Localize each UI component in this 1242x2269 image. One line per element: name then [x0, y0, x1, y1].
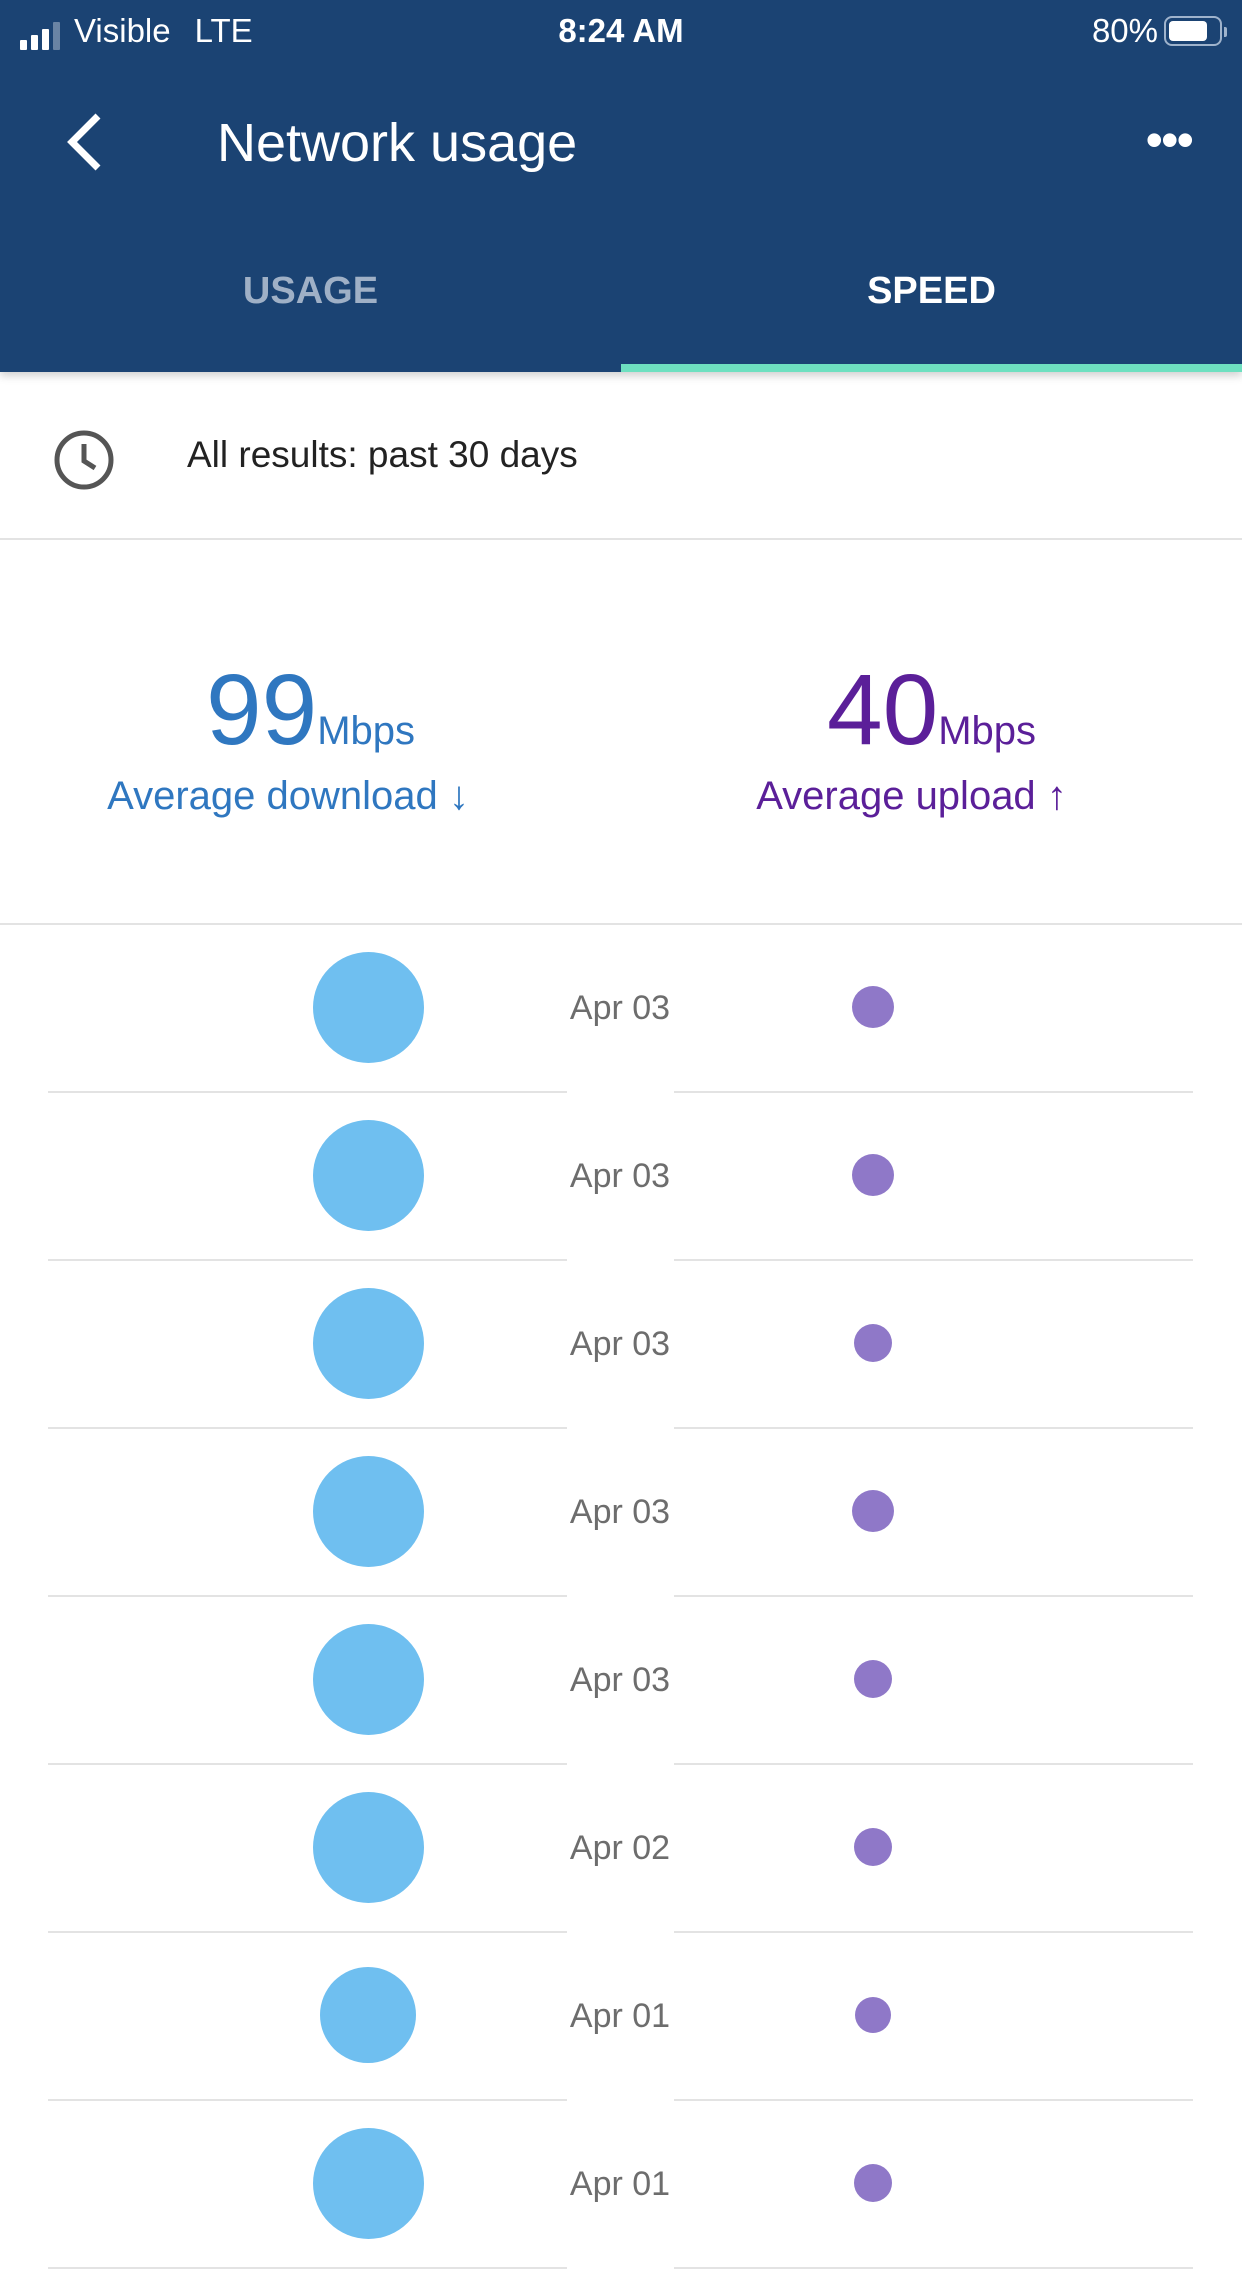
- download-speed-dot: [312, 1791, 424, 1903]
- more-horizontal-icon: •••: [1145, 112, 1193, 168]
- time-filter[interactable]: All results: past 30 days: [0, 372, 1242, 540]
- download-speed-dot: [312, 2127, 424, 2239]
- active-tab-indicator: [621, 364, 1242, 372]
- result-date: Apr 01: [569, 1997, 671, 2035]
- back-button[interactable]: [60, 112, 110, 172]
- result-date: Apr 03: [569, 989, 671, 1027]
- result-date: Apr 03: [569, 1157, 671, 1195]
- download-speed-dot: [312, 1623, 424, 1735]
- result-row[interactable]: Apr 02: [0, 1765, 1242, 1933]
- page-title: Network usage: [217, 113, 578, 173]
- result-row[interactable]: Apr 01: [0, 2101, 1242, 2269]
- status-bar: Visible LTE 8:24 AM 80%: [0, 0, 1242, 62]
- result-date: Apr 03: [569, 1661, 671, 1699]
- tab-usage[interactable]: USAGE: [0, 270, 621, 313]
- download-speed-dot: [312, 951, 424, 1063]
- download-unit: Mbps: [317, 709, 416, 753]
- battery-percent: 80%: [1091, 12, 1158, 49]
- download-label: Average download ↓: [107, 774, 469, 818]
- upload-speed-dot: [854, 1828, 892, 1866]
- result-row[interactable]: Apr 03: [0, 1597, 1242, 1765]
- result-date: Apr 03: [569, 1493, 671, 1531]
- upload-speed-dot: [854, 1324, 892, 1362]
- upload-unit: Mbps: [938, 709, 1037, 753]
- upload-speed-dot: [852, 986, 894, 1028]
- result-date: Apr 03: [569, 1325, 671, 1363]
- clock: 8:24 AM: [558, 12, 684, 49]
- download-value: 99: [205, 654, 318, 766]
- download-speed-dot: [320, 1967, 416, 2063]
- upload-value: 40: [826, 654, 939, 766]
- filter-label: All results: past 30 days: [187, 434, 578, 475]
- upload-speed-dot: [855, 1997, 891, 2033]
- average-upload: 40Mbps Average upload ↑: [621, 660, 1242, 819]
- clock-icon: [54, 430, 114, 490]
- app-header: Visible LTE 8:24 AM 80% Network usage ••…: [0, 0, 1242, 372]
- upload-speed-dot: [854, 2164, 892, 2202]
- result-row[interactable]: Apr 01: [0, 1933, 1242, 2101]
- result-row[interactable]: Apr 03: [0, 925, 1242, 1093]
- result-row[interactable]: Apr 03: [0, 1429, 1242, 1597]
- average-download: 99Mbps Average download ↓: [0, 660, 621, 819]
- result-date: Apr 01: [569, 2165, 671, 2203]
- upload-speed-dot: [852, 1490, 894, 1532]
- download-speed-dot: [312, 1455, 424, 1567]
- result-row[interactable]: Apr 03: [0, 1261, 1242, 1429]
- upload-label: Average upload ↑: [756, 774, 1067, 818]
- tab-speed[interactable]: SPEED: [621, 270, 1242, 313]
- result-row[interactable]: Apr 03: [0, 1093, 1242, 1261]
- chevron-left-icon: [67, 113, 101, 171]
- result-date: Apr 02: [569, 1829, 671, 1867]
- more-options-button[interactable]: •••: [1145, 115, 1193, 165]
- battery-icon: [1164, 16, 1227, 46]
- upload-speed-dot: [852, 1154, 894, 1196]
- download-speed-dot: [312, 1287, 424, 1399]
- download-speed-dot: [312, 1119, 424, 1231]
- upload-speed-dot: [854, 1660, 892, 1698]
